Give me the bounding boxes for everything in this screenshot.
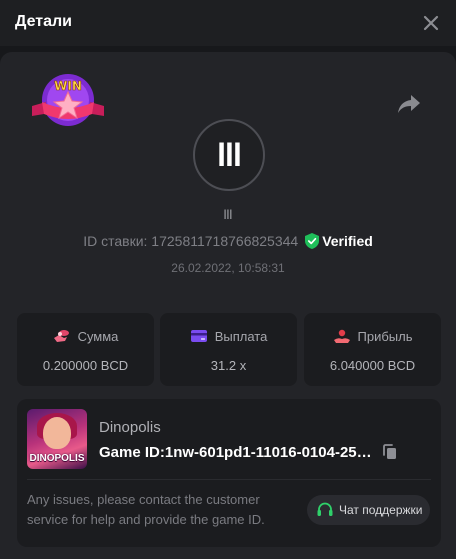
stat-profit: Прибыль 6.040000 BCD (304, 313, 441, 386)
modal-header: Детали (0, 0, 456, 46)
game-thumbnail-title: DINOPOLIS (29, 453, 85, 464)
profit-icon (333, 329, 350, 343)
close-icon[interactable] (421, 13, 441, 33)
bet-datetime: 26.02.2022, 10:58:31 (171, 261, 285, 275)
coins-icon (53, 330, 69, 342)
stat-amount-label: Сумма (77, 328, 119, 344)
headset-icon (317, 502, 333, 516)
game-card: DINOPOLIS Dinopolis Game ID:1nw-601pd1-1… (17, 399, 441, 547)
stat-profit-value: 6.040000 BCD (329, 358, 416, 373)
game-id: Game ID:1nw-601pd1-11016-0104-25121… (99, 444, 379, 461)
stat-amount: Сумма 0.200000 BCD (17, 313, 154, 386)
verified-badge: Verified (322, 233, 373, 249)
username: lll (223, 207, 233, 222)
stat-profit-label: Прибыль (357, 328, 413, 344)
support-chat-label: Чат поддержки (339, 503, 423, 517)
help-text: Any issues, please contact the customer … (27, 492, 265, 527)
win-text: WIN (54, 79, 82, 93)
bet-id-row: ID ставки: 1725811718766825344 Verified (0, 233, 456, 249)
stat-payout-label: Выплата (214, 328, 268, 344)
copy-icon[interactable] (381, 443, 399, 461)
card-icon (190, 330, 207, 342)
avatar-logo: lll (217, 136, 242, 173)
stat-payout-value: 31.2 x (210, 358, 247, 373)
stat-payout: Выплата 31.2 x (160, 313, 297, 386)
game-thumbnail[interactable]: DINOPOLIS (27, 409, 87, 469)
game-name[interactable]: Dinopolis (99, 419, 161, 436)
shield-check-icon (305, 233, 320, 249)
divider (27, 479, 431, 480)
stat-amount-value: 0.200000 BCD (42, 358, 129, 373)
bet-id-label: ID ставки: (83, 233, 148, 249)
win-badge-icon: WIN (32, 74, 104, 126)
bet-id-value: 1725811718766825344 (151, 233, 299, 249)
share-icon[interactable] (397, 93, 421, 115)
avatar: lll (193, 119, 265, 191)
support-chat-button[interactable]: Чат поддержки (307, 495, 430, 525)
modal-title: Детали (15, 13, 73, 30)
